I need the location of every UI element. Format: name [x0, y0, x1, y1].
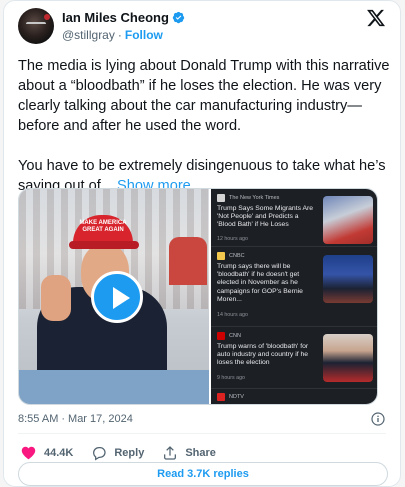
separator-dot: · [117, 28, 122, 42]
author-name[interactable]: Ian Miles Cheong [62, 10, 169, 25]
news-thumbnail [323, 196, 373, 244]
hat-text: MAKE AMERICA GREAT AGAIN [79, 220, 127, 233]
x-logo-icon[interactable] [366, 8, 386, 28]
news-source: NDTV [229, 394, 244, 400]
news-headline: Trump Says Some Migrants Are 'Not People… [217, 205, 314, 229]
news-thumbnail [323, 255, 373, 303]
podium [19, 370, 209, 404]
info-icon[interactable] [370, 411, 386, 427]
news-source: The New York Times [229, 195, 280, 201]
share-button[interactable]: Share [162, 445, 216, 461]
share-label: Share [185, 446, 216, 459]
tweet-time: 8:55 AM [18, 413, 59, 425]
news-headline: Trump says there will be 'bloodbath' if … [217, 263, 303, 303]
read-replies-button[interactable]: Read 3.7K replies [18, 462, 388, 486]
follow-button[interactable]: Follow [125, 28, 163, 42]
news-item: CNN Trump warns of 'bloodbath' for auto … [211, 327, 377, 389]
verified-badge-icon [172, 11, 185, 24]
cnn-logo-icon [217, 332, 225, 340]
news-item: NDTV [211, 389, 377, 404]
like-count: 44.4K [44, 446, 74, 459]
reply-button[interactable]: Reply [91, 445, 144, 461]
handle-line: @stillgray · Follow [62, 28, 163, 42]
media-attachment[interactable]: MAKE AMERICA GREAT AGAIN The New York Ti… [18, 188, 378, 405]
cnbc-logo-icon [217, 252, 225, 260]
background-person [169, 237, 207, 285]
tweet-header: Ian Miles Cheong @stillgray · Follow [18, 8, 386, 46]
tweet-paragraph-1: The media is lying about Donald Trump wi… [18, 58, 390, 134]
tweet-date: Mar 17, 2024 [68, 413, 133, 425]
news-item: The New York Times Trump Says Some Migra… [211, 189, 377, 247]
tweet-card: Ian Miles Cheong @stillgray · Follow The… [3, 0, 401, 487]
divider [18, 433, 386, 434]
ndtv-logo-icon [217, 393, 225, 401]
news-thumbnail [323, 334, 373, 382]
action-bar: 44.4K Reply Share [20, 444, 216, 461]
heart-icon [21, 446, 36, 460]
play-icon [113, 287, 130, 309]
raised-hand [41, 275, 71, 321]
news-time: 12 hours ago [217, 236, 248, 242]
news-source: CNN [229, 333, 241, 339]
news-source: CNBC [229, 253, 245, 259]
nyt-logo-icon [217, 194, 225, 202]
tweet-timestamp[interactable]: 8:55 AM · Mar 17, 2024 [18, 413, 133, 425]
tweet-text: The media is lying about Donald Trump wi… [18, 56, 390, 196]
share-icon [164, 445, 177, 460]
reply-icon [93, 446, 106, 460]
author-handle[interactable]: @stillgray [62, 28, 115, 42]
avatar[interactable] [18, 8, 54, 44]
news-headline: Trump warns of 'bloodbath' for auto indu… [217, 343, 309, 367]
author-name-line: Ian Miles Cheong [62, 10, 185, 25]
separator-dot: · [61, 413, 66, 425]
news-time: 9 hours ago [217, 375, 245, 381]
reply-label: Reply [114, 446, 145, 459]
news-time: 14 hours ago [217, 312, 248, 318]
like-button[interactable]: 44.4K [20, 444, 73, 461]
play-button[interactable] [91, 271, 143, 323]
video-thumbnail[interactable]: MAKE AMERICA GREAT AGAIN [19, 189, 209, 404]
news-item: CNBC Trump says there will be 'bloodbath… [211, 247, 377, 327]
news-screenshot: The New York Times Trump Says Some Migra… [211, 189, 377, 404]
